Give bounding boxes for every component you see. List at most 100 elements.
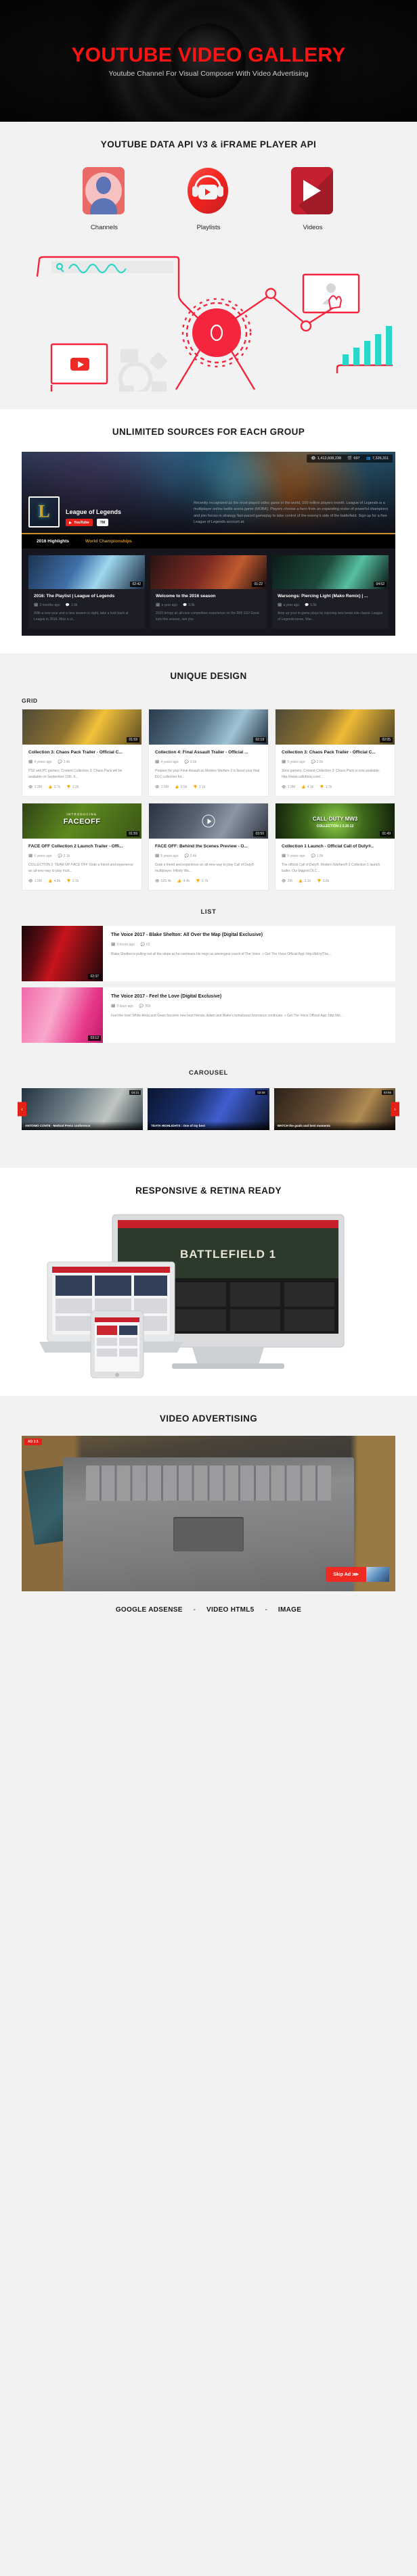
dislikes-count: 2.7k <box>201 879 208 884</box>
play-icon[interactable] <box>202 814 215 828</box>
video-card[interactable]: 02:05 Collection 3: Chaos Pack Trailer -… <box>275 708 395 797</box>
thumbnail-overlay-title: CALL·DUTY MW3 <box>312 816 358 822</box>
api-items-row: Channels Playlists Videos <box>0 167 417 231</box>
calendar-icon: 🗓 <box>156 603 160 607</box>
carousel-caption: WATCH the goals and best moments <box>273 1121 395 1131</box>
video-card[interactable]: CALL·DUTY MW3 COLLECTION 1 3.20.12 01:49… <box>275 803 395 891</box>
comment-icon: 💬 <box>139 1004 144 1009</box>
video-duration: 03:50 <box>253 831 266 837</box>
carousel-slide[interactable]: 02:08 TEATA HIGHLIGHTS : One of my best <box>148 1088 269 1131</box>
video-card[interactable]: 02:42 2016: The Playlist | League of Leg… <box>28 555 145 629</box>
video-title: FACE OFF: Behind the Scenes Preview - O.… <box>155 844 248 849</box>
calendar-icon: 🗓 <box>111 1004 116 1009</box>
video-description: PS3 and PC gamers, Content Collection 3:… <box>28 768 123 779</box>
list-item[interactable]: 02:37 The Voice 2017 - Blake Shelton: Al… <box>22 926 395 982</box>
carousel-next-button[interactable]: › <box>391 1102 399 1117</box>
trackpad-prop <box>173 1516 244 1551</box>
ad-thumbnail[interactable] <box>366 1567 389 1583</box>
responsive-section-title: RESPONSIVE & RETINA READY <box>135 1186 282 1196</box>
thumb-down-icon: 👎 <box>193 785 198 790</box>
skip-ad-container[interactable]: Skip Ad ⋙ <box>326 1567 389 1583</box>
video-duration: 02:05 <box>380 736 393 743</box>
video-card[interactable]: 01:59 Collection 3: Chaos Pack Trailer -… <box>22 708 142 797</box>
video-description: Amp up your in-game plays by injecting n… <box>278 611 383 622</box>
thumb-up-icon: 👍 <box>47 879 53 884</box>
comment-icon: 💬 <box>184 759 189 764</box>
tab-world-championships[interactable]: World Championships <box>77 534 140 548</box>
videos-count: 697 <box>353 456 360 461</box>
comment-count: 5.5k <box>188 603 195 607</box>
video-thumbnail[interactable]: 01:59 <box>22 709 141 745</box>
thumb-down-icon: 👎 <box>317 879 322 884</box>
eye-icon: 👁 <box>282 879 286 884</box>
video-card[interactable]: 03:50 FACE OFF: Behind the Scenes Previe… <box>148 803 269 891</box>
api-item-playlists[interactable]: Playlists <box>175 167 242 231</box>
video-duration: 01:22 <box>252 582 265 587</box>
thumb-up-icon: 👍 <box>301 785 306 790</box>
footer-separator: - <box>265 1606 267 1614</box>
video-card[interactable]: 02:19 Collection 4: Final Assault Traile… <box>148 708 269 797</box>
dislikes-count: 1.2k <box>72 785 79 790</box>
api-item-label: Channels <box>90 224 118 231</box>
video-age: a year ago <box>283 603 299 607</box>
thumb-up-icon: 👍 <box>47 785 53 790</box>
video-thumbnail[interactable]: CALL·DUTY MW3 COLLECTION 1 3.20.12 01:49 <box>276 803 395 839</box>
subscriber-badge: 7M <box>96 519 109 526</box>
skip-ad-button[interactable]: Skip Ad ⋙ <box>326 1567 366 1583</box>
video-thumbnail[interactable]: 02:05 <box>276 709 395 745</box>
channel-description: Recently recognized as the most played v… <box>194 500 389 525</box>
video-thumbnail[interactable]: 03:12 <box>22 987 103 1044</box>
headphones-playlist-icon <box>187 167 230 214</box>
ad-video-frame[interactable]: AD 1:1 Skip Ad ⋙ <box>22 1436 395 1592</box>
video-age: 5 years ago <box>287 759 305 764</box>
calendar-icon: 🗓 <box>278 603 282 607</box>
video-title: Collection 4: Final Assault Trailer - Of… <box>155 749 248 755</box>
video-card[interactable]: 04:52 Warsongs: Piercing Light (Mako Rem… <box>272 555 389 629</box>
likes-count: 4.1k <box>307 785 314 790</box>
play-triangle-icon <box>69 521 72 524</box>
views-count: 1.9M <box>287 785 295 790</box>
calendar-icon: 🗓 <box>282 759 286 764</box>
likes-count: 4.4k <box>183 879 190 884</box>
video-thumbnail[interactable]: 01:22 <box>150 555 267 589</box>
video-description: With a new year and a new season in sigh… <box>34 611 129 622</box>
video-thumbnail[interactable]: 04:52 <box>272 555 389 589</box>
video-thumbnail[interactable]: 02:19 <box>149 709 268 745</box>
carousel-slide[interactable]: 03:55 WATCH the goals and best moments <box>273 1088 395 1131</box>
video-title: Welcome to the 2016 season <box>156 594 216 599</box>
api-item-videos[interactable]: Videos <box>280 167 346 231</box>
comment-icon: 💬 <box>65 603 70 607</box>
video-card[interactable]: 01:22 Welcome to the 2016 season 🗓 a year… <box>150 555 267 629</box>
tab-2016-highlights[interactable]: 2016 Highlights <box>28 534 77 548</box>
comment-count: 1.4k <box>63 759 70 764</box>
infographic-svg <box>36 256 393 392</box>
video-icon: 🎬 <box>347 456 352 461</box>
dislikes-count: 1.7k <box>325 785 332 790</box>
keyboard-prop <box>86 1466 331 1501</box>
channel-avatar-icon <box>83 167 126 214</box>
video-card[interactable]: INTRODUCING FACEOFF 01:59 FACE OFF Colle… <box>22 803 142 891</box>
carousel-slide[interactable]: 04:21 ANTONIO CONTE - Method Press confe… <box>22 1088 144 1131</box>
video-age: a year ago <box>161 603 177 607</box>
dislikes-count: 2.1k <box>198 785 206 790</box>
video-thumbnail[interactable]: INTRODUCING FACEOFF 01:59 <box>22 803 141 839</box>
grid-label: GRID <box>22 697 38 704</box>
video-duration: 03:55 <box>381 1090 393 1096</box>
list-item[interactable]: 03:12 The Voice 2017 - Feel the Love (Di… <box>22 987 395 1044</box>
api-item-channels[interactable]: Channels <box>71 167 137 231</box>
comment-icon: 💬 <box>305 603 309 607</box>
video-thumbnail[interactable]: 02:37 <box>22 926 103 982</box>
carousel: ‹ 04:21 ANTONIO CONTE - Method Press con… <box>18 1088 399 1131</box>
grid-cards-row-2: INTRODUCING FACEOFF 01:59 FACE OFF Colle… <box>22 803 395 891</box>
grid-cards-row-1: 01:59 Collection 3: Chaos Pack Trailer -… <box>22 708 395 797</box>
comment-count: 1.5k <box>316 853 324 858</box>
carousel-prev-button[interactable]: ‹ <box>18 1102 26 1117</box>
video-title: Warsongs: Piercing Light (Mako Remix) | … <box>278 594 368 599</box>
video-age: 4 years ago <box>34 759 52 764</box>
thumb-down-icon: 👎 <box>196 879 200 884</box>
video-thumbnail[interactable]: 03:50 <box>149 803 268 839</box>
youtube-subscribe-button[interactable]: YouTube <box>66 519 93 526</box>
video-thumbnail[interactable]: 02:42 <box>28 555 145 589</box>
footer-separator: - <box>193 1606 196 1614</box>
comment-count: 2.5k <box>316 759 324 764</box>
